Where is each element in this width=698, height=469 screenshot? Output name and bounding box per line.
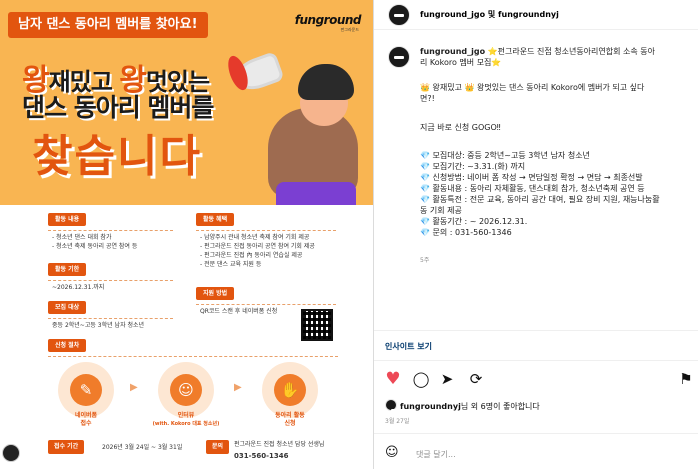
divider <box>374 433 698 434</box>
character-hair <box>298 64 354 100</box>
caption-line-2: 리 Kokoro 멤버 모집⭐ <box>420 58 502 67</box>
benefit-line-2: - 펀그라운드 진접 동아리 공연 참여 기회 제공 <box>200 243 315 250</box>
share-icon[interactable]: ➤ <box>438 370 456 388</box>
section-tag-process: 신청 절차 <box>48 339 87 352</box>
divider <box>374 360 698 361</box>
benefit-line-3: - 펀그라운드 진접 內 동아리 연습실 제공 <box>200 252 303 259</box>
poster-headline-2: 댄스 동아리 멤버를 <box>22 93 214 122</box>
step-1-label: 네이버폼 접수 <box>46 412 126 428</box>
repost-icon[interactable]: ⟳ <box>467 370 485 388</box>
step-2-label-2: (with. Kokoro 대표 청소년) <box>152 421 220 427</box>
divider <box>48 318 173 319</box>
activity-line-2: - 청소년 축제 동아리 공연 참여 등 <box>52 243 138 250</box>
caption-line-1: funground_jgo ⭐펀그라운드 진접 청소년동아리연합회 소속 동아 <box>420 46 655 57</box>
brand-subtitle: 펀그라운드 <box>340 27 359 32</box>
footer-period-value: 2026년 3월 24일 ~ 3월 31일 <box>102 444 183 451</box>
step-1-label-1: 네이버폼 <box>74 412 98 419</box>
caption-item: 동 기회 제공 <box>420 206 462 215</box>
step-2-label-1: 인터뷰 <box>177 412 195 419</box>
emoji-icon[interactable]: ☺ <box>385 445 399 460</box>
bookmark-icon[interactable]: ⚑ <box>677 370 695 388</box>
character-pants <box>276 182 356 205</box>
step-3-circle: ✋ <box>262 362 318 418</box>
step-1-circle: ✎ <box>58 362 114 418</box>
target-line-1: 중등 2학년~고등 3학년 남자 청소년 <box>52 322 145 329</box>
divider <box>48 280 173 281</box>
qr-code <box>301 309 333 341</box>
form-icon: ✎ <box>70 374 102 406</box>
divider <box>196 304 336 305</box>
insights-link[interactable]: 인사이트 보기 <box>385 341 432 352</box>
caption-item: 💎 활동기간 : ~ 2026.12.31. <box>420 217 528 226</box>
interview-icon: ☺ <box>170 374 202 406</box>
handshake-icon: ✋ <box>274 374 306 406</box>
caption-item: 💎 신청방법: 네이버 폼 작성 → 면담일정 확정 → 면담 → 최종선발 <box>420 173 643 182</box>
post-date[interactable]: 3월 27일 <box>385 416 409 425</box>
footer-contact-value-2: 031-560-1346 <box>234 452 289 460</box>
footer-contact-value-1: 펀그라운드 진접 청소년 담당 선생님 <box>234 441 325 448</box>
footer-period-tag: 접수 기간 <box>48 440 85 454</box>
step-1-label-2: 접수 <box>80 420 92 427</box>
caption-line-3: 👑 왕재밌고 👑 왕멋있는 댄스 동아리 Kokoro에 멤버가 되고 싶다 <box>420 83 645 92</box>
comment-input[interactable]: 댓글 달기... <box>416 449 456 460</box>
section-tag-benefit: 활동 혜택 <box>196 213 235 226</box>
heart-icon[interactable]: ♥ <box>384 370 402 388</box>
comment-icon[interactable]: ◯ <box>412 370 430 388</box>
section-tag-period: 활동 기한 <box>48 263 87 276</box>
caption-line-5: 지금 바로 신청 GOGO‼ <box>420 123 501 132</box>
divider <box>196 230 336 231</box>
section-tag-activity: 활동 내용 <box>48 213 87 226</box>
post-side-panel: funground_jgo 및 fungroundnyj funground_j… <box>373 0 698 469</box>
divider <box>48 230 173 231</box>
step-3-label-2: 신청 <box>284 420 296 427</box>
arrow-right-icon: ▶ <box>234 382 242 393</box>
caption-item: 💎 모집기간: ~3.31.(화) 까지 <box>420 162 526 171</box>
caption-item: 💎 활동특전 : 전문 교육, 동아리 공간 대여, 필요 장비 지원, 재능나… <box>420 195 660 204</box>
poster-header-area: 남자 댄스 동아리 멤버를 찾아요! funground 펀그라운드 왕재밌고 … <box>0 0 373 205</box>
divider <box>48 356 338 357</box>
caption-line-4: 면?! <box>420 94 435 103</box>
author-avatar[interactable] <box>388 4 410 26</box>
step-2-circle: ☺ <box>158 362 214 418</box>
period-line-1: ~2026.12.31.까지 <box>52 284 105 291</box>
avatar[interactable] <box>2 444 20 462</box>
footer-contact-tag: 문의 <box>206 440 230 454</box>
likes-rest[interactable]: 님 외 6명이 좋아합니다 <box>461 402 540 411</box>
post-header-accounts[interactable]: funground_jgo 및 fungroundnyj <box>420 9 559 20</box>
section-tag-apply: 지원 방법 <box>196 287 235 300</box>
benefit-line-1: - 남양주시 관내 청소년 축제 참여 기회 제공 <box>200 234 310 241</box>
likes-user[interactable]: fungroundnyj <box>400 402 461 411</box>
arrow-right-icon: ▶ <box>130 382 138 393</box>
step-3-label-1: 동아리 활동 <box>275 412 305 419</box>
divider <box>374 330 698 331</box>
caption-avatar[interactable] <box>388 46 410 68</box>
poster-banner: 남자 댄스 동아리 멤버를 찾아요! <box>8 12 208 38</box>
caption-item: 💎 문의 : 031-560-1346 <box>420 228 512 237</box>
post-image[interactable]: 남자 댄스 동아리 멤버를 찾아요! funground 펀그라운드 왕재밌고 … <box>0 0 373 469</box>
caption-item: 💎 활동내용 : 동아리 자체활동, 댄스대회 참가, 청소년축제 공연 등 <box>420 184 645 193</box>
liker-avatar[interactable] <box>385 399 401 412</box>
post-header: funground_jgo 및 fungroundnyj <box>374 0 698 30</box>
apply-line-1: QR코드 스캔 후 네이버폼 신청 <box>200 308 278 315</box>
caption-line-1-rest: ⭐펀그라운드 진접 청소년동아리연합회 소속 동아 <box>485 47 655 56</box>
brand-logo: funground <box>294 13 362 27</box>
caption-timestamp[interactable]: 5주 <box>420 255 429 264</box>
step-3-label: 동아리 활동 신청 <box>250 412 330 428</box>
benefit-line-4: - 전문 댄스 교육 지원 등 <box>200 261 262 268</box>
section-tag-target: 모집 대상 <box>48 301 87 314</box>
poster-headline-3: 찾습니다 <box>32 131 202 182</box>
caption-author[interactable]: funground_jgo <box>420 47 485 56</box>
step-2-label: 인터뷰 (with. Kokoro 대표 청소년) <box>140 412 232 428</box>
caption-item: 💎 모집대상: 중등 2학년~고등 3학년 남자 청소년 <box>420 151 590 160</box>
activity-line-1: - 청소년 댄스 대회 참가 <box>52 234 112 241</box>
likes-text: fungroundnyj님 외 6명이 좋아합니다 <box>400 401 540 412</box>
